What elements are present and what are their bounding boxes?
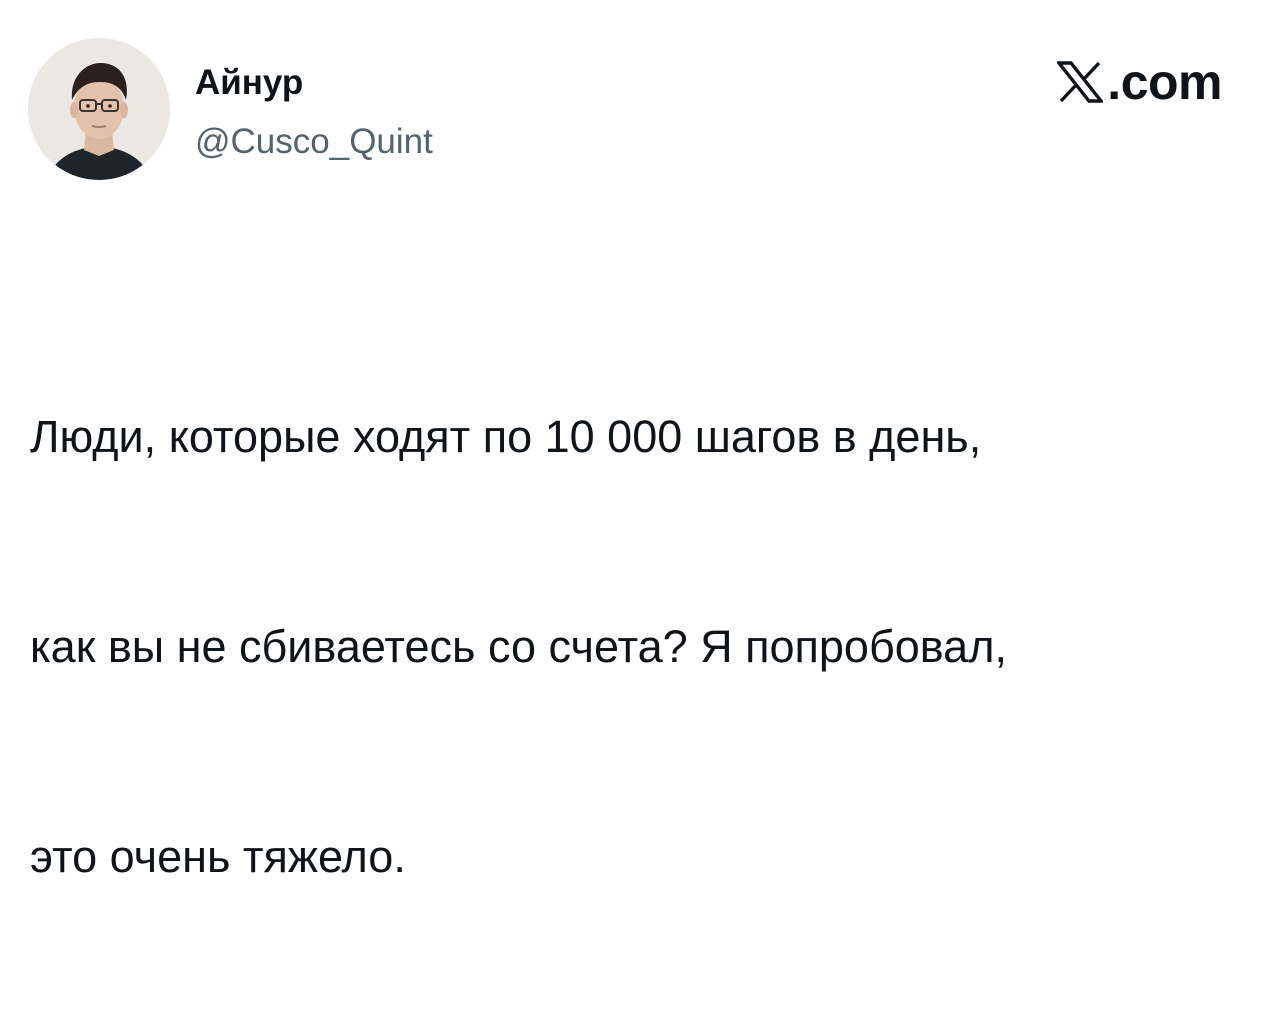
tweet-text-line: как вы не сбиваетесь со счета? Я попробо… xyxy=(30,621,1007,672)
x-logo-icon xyxy=(1057,61,1104,103)
avatar[interactable] xyxy=(28,38,170,180)
avatar-photo xyxy=(28,38,170,180)
tweet-text-line: Люди, которые ходят по 10 000 шагов в де… xyxy=(30,411,982,462)
author-handle[interactable]: @Cusco_Quint xyxy=(195,122,433,162)
author-display-name[interactable]: Айнур xyxy=(195,63,303,103)
tweet-text-line: это очень тяжело. xyxy=(30,831,406,882)
tweet-text: Люди, которые ходят по 10 000 шагов в де… xyxy=(30,262,1250,1032)
brand-suffix: .com xyxy=(1107,54,1222,110)
tweet-card: Айнур @Cusco_Quint .com Люди, которые хо… xyxy=(0,0,1284,882)
x-com-brand: .com xyxy=(1057,54,1222,110)
